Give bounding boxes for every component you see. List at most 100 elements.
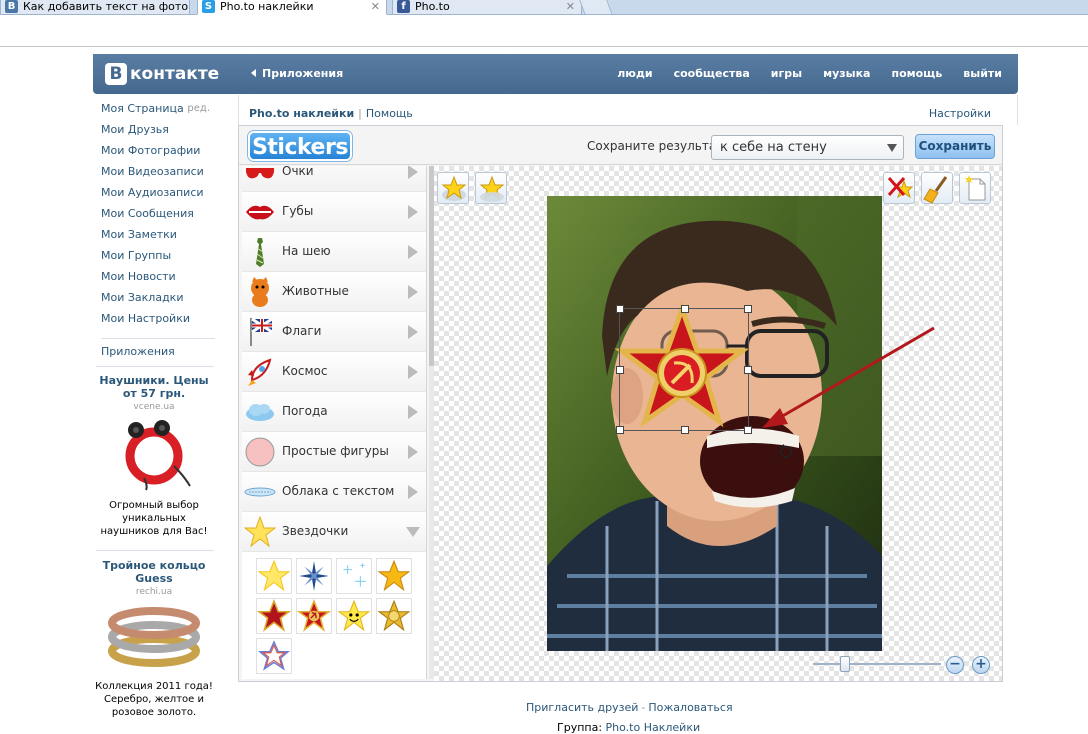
sticker-soviet-star[interactable] bbox=[296, 598, 332, 634]
app-name-link[interactable]: Pho.to наклейки bbox=[249, 107, 354, 120]
save-target-select[interactable]: к себе на стену bbox=[711, 135, 904, 160]
sticker-yellow-star[interactable] bbox=[256, 558, 292, 594]
sidebar-item-videos[interactable]: Мои Видеозаписи bbox=[101, 165, 216, 186]
resize-handle[interactable] bbox=[616, 305, 624, 313]
editor-canvas[interactable]: − + bbox=[434, 166, 1002, 681]
close-tab-icon[interactable]: ✕ bbox=[566, 0, 575, 13]
sidebar-item-messages[interactable]: Мои Сообщения bbox=[101, 207, 216, 228]
zoom-out-button[interactable]: − bbox=[946, 656, 964, 674]
tie-icon bbox=[256, 238, 264, 267]
sidebar-item-groups[interactable]: Мои Группы bbox=[101, 249, 216, 270]
chevron-right-icon bbox=[408, 166, 418, 179]
sticker-sparkles[interactable] bbox=[336, 558, 372, 594]
vk-logo[interactable]: В контакте bbox=[105, 63, 219, 85]
chevron-down-icon bbox=[406, 527, 420, 537]
star-icon bbox=[244, 516, 276, 548]
category-weather[interactable]: Погода bbox=[242, 392, 426, 432]
resize-handle[interactable] bbox=[616, 366, 624, 374]
chevron-right-icon bbox=[408, 325, 418, 339]
nav-help[interactable]: помощь bbox=[891, 67, 942, 80]
nav-communities[interactable]: сообщества bbox=[674, 67, 750, 80]
browser-tab-3[interactable]: f Pho.to ✕ bbox=[392, 0, 582, 15]
ad-text: Коллекция 2011 года! Серебро, желтое и р… bbox=[95, 681, 213, 718]
sidebar-item-settings[interactable]: Мои Настройки bbox=[101, 312, 216, 333]
category-label: На шею bbox=[282, 244, 331, 258]
settings-link[interactable]: Настройки bbox=[929, 107, 991, 120]
category-list-inner: Очки Губы На шею Животные Флаги Космос П… bbox=[242, 166, 426, 552]
sticker-red-star[interactable] bbox=[256, 598, 292, 634]
group-label: Группа: bbox=[557, 721, 603, 734]
ad-headphones[interactable]: Наушники. Цены от 57 грн. vcene.ua Огром… bbox=[93, 374, 215, 538]
category-stars[interactable]: Звездочки bbox=[242, 512, 426, 552]
category-label: Очки bbox=[282, 166, 314, 178]
category-space[interactable]: Космос bbox=[242, 352, 426, 392]
send-backward-button[interactable] bbox=[475, 172, 507, 204]
resize-handle[interactable] bbox=[681, 305, 689, 313]
sticker-gold-star[interactable] bbox=[376, 558, 412, 594]
sticker-outline-star[interactable] bbox=[256, 638, 292, 674]
resize-handle[interactable] bbox=[681, 426, 689, 434]
sidebar-item-friends[interactable]: Мои Друзья bbox=[101, 123, 216, 144]
outline-star-icon bbox=[258, 640, 290, 671]
sidebar-item-notes[interactable]: Мои Заметки bbox=[101, 228, 216, 249]
report-link[interactable]: Пожаловаться bbox=[648, 701, 732, 714]
ad-title[interactable]: Наушники. Цены от 57 грн. bbox=[93, 374, 215, 400]
nav-games[interactable]: игры bbox=[771, 67, 802, 80]
zoom-slider-track[interactable] bbox=[813, 663, 941, 665]
ad-ring[interactable]: Тройное кольцо Guess rechi.ua Коллекция … bbox=[93, 559, 215, 719]
category-label: Флаги bbox=[282, 324, 322, 338]
new-canvas-button[interactable] bbox=[959, 172, 991, 204]
ad-title[interactable]: Тройное кольцо Guess bbox=[93, 559, 215, 585]
help-link[interactable]: Помощь bbox=[366, 107, 413, 120]
facebook-favicon-icon: f bbox=[397, 0, 410, 13]
new-tab-button[interactable] bbox=[579, 0, 613, 15]
chevron-right-icon bbox=[408, 405, 418, 419]
category-label: Облака с текстом bbox=[282, 484, 395, 498]
nav-people[interactable]: люди bbox=[617, 67, 652, 80]
star-cloud-front-icon bbox=[479, 175, 505, 202]
apps-back-label: Приложения bbox=[262, 67, 344, 80]
browser-tab-1[interactable]: В Как добавить текст на фото bbox=[0, 0, 190, 15]
apps-back-link[interactable]: Приложения bbox=[251, 67, 343, 80]
sidebar-item-bookmarks[interactable]: Мои Закладки bbox=[101, 291, 216, 312]
ad-divider bbox=[96, 550, 214, 551]
sidebar-item-audio[interactable]: Мои Аудиозаписи bbox=[101, 186, 216, 207]
category-glasses[interactable]: Очки bbox=[242, 166, 426, 192]
browser-tab-2[interactable]: S Pho.to наклейки ✕ bbox=[197, 0, 387, 15]
sidebar-item-my-page[interactable]: Моя Страница ред. bbox=[101, 102, 216, 123]
delete-sticker-button[interactable] bbox=[883, 172, 915, 204]
sidebar-item-apps[interactable]: Приложения bbox=[101, 345, 216, 366]
sidebar-item-label: Моя Страница bbox=[101, 102, 184, 115]
browser-tab-title: Как добавить текст на фото bbox=[23, 0, 189, 13]
sidebar-item-photos[interactable]: Мои Фотографии bbox=[101, 144, 216, 165]
category-animals[interactable]: Животные bbox=[242, 272, 426, 312]
clear-canvas-button[interactable] bbox=[921, 172, 953, 204]
resize-handle[interactable] bbox=[744, 305, 752, 313]
invite-friends-link[interactable]: Пригласить друзей bbox=[526, 701, 638, 714]
header-nav: люди сообщества игры музыка помощь выйти bbox=[617, 67, 1018, 80]
category-flags[interactable]: Флаги bbox=[242, 312, 426, 352]
sticker-sheriff-star[interactable] bbox=[376, 598, 412, 634]
sticker-selection-box[interactable] bbox=[616, 305, 752, 434]
category-neck[interactable]: На шею bbox=[242, 232, 426, 272]
resize-handle[interactable] bbox=[616, 426, 624, 434]
zoom-in-button[interactable]: + bbox=[972, 656, 990, 674]
nav-music[interactable]: музыка bbox=[823, 67, 870, 80]
zoom-slider-knob[interactable] bbox=[840, 656, 850, 672]
category-shapes[interactable]: Простые фигуры bbox=[242, 432, 426, 472]
nav-logout[interactable]: выйти bbox=[963, 67, 1002, 80]
browser-tab-title: Pho.to bbox=[415, 0, 450, 13]
sticker-blue-sparkle[interactable] bbox=[296, 558, 332, 594]
sticker-smiling-star[interactable] bbox=[336, 598, 372, 634]
app-footer-links: Пригласить друзей - Пожаловаться bbox=[526, 701, 733, 714]
group-link[interactable]: Pho.to Наклейки bbox=[606, 721, 701, 734]
category-lips[interactable]: Губы bbox=[242, 192, 426, 232]
left-menu: Моя Страница ред. Мои Друзья Мои Фотогра… bbox=[101, 102, 216, 366]
vk-logo-badge: В bbox=[105, 63, 127, 85]
close-tab-icon[interactable]: ✕ bbox=[371, 0, 380, 13]
category-text-clouds[interactable]: Облака с текстом bbox=[242, 472, 426, 512]
sidebar-item-news[interactable]: Мои Новости bbox=[101, 270, 216, 291]
save-button[interactable]: Сохранить bbox=[915, 134, 995, 159]
bring-forward-button[interactable] bbox=[437, 172, 469, 204]
edit-link[interactable]: ред. bbox=[187, 102, 210, 116]
